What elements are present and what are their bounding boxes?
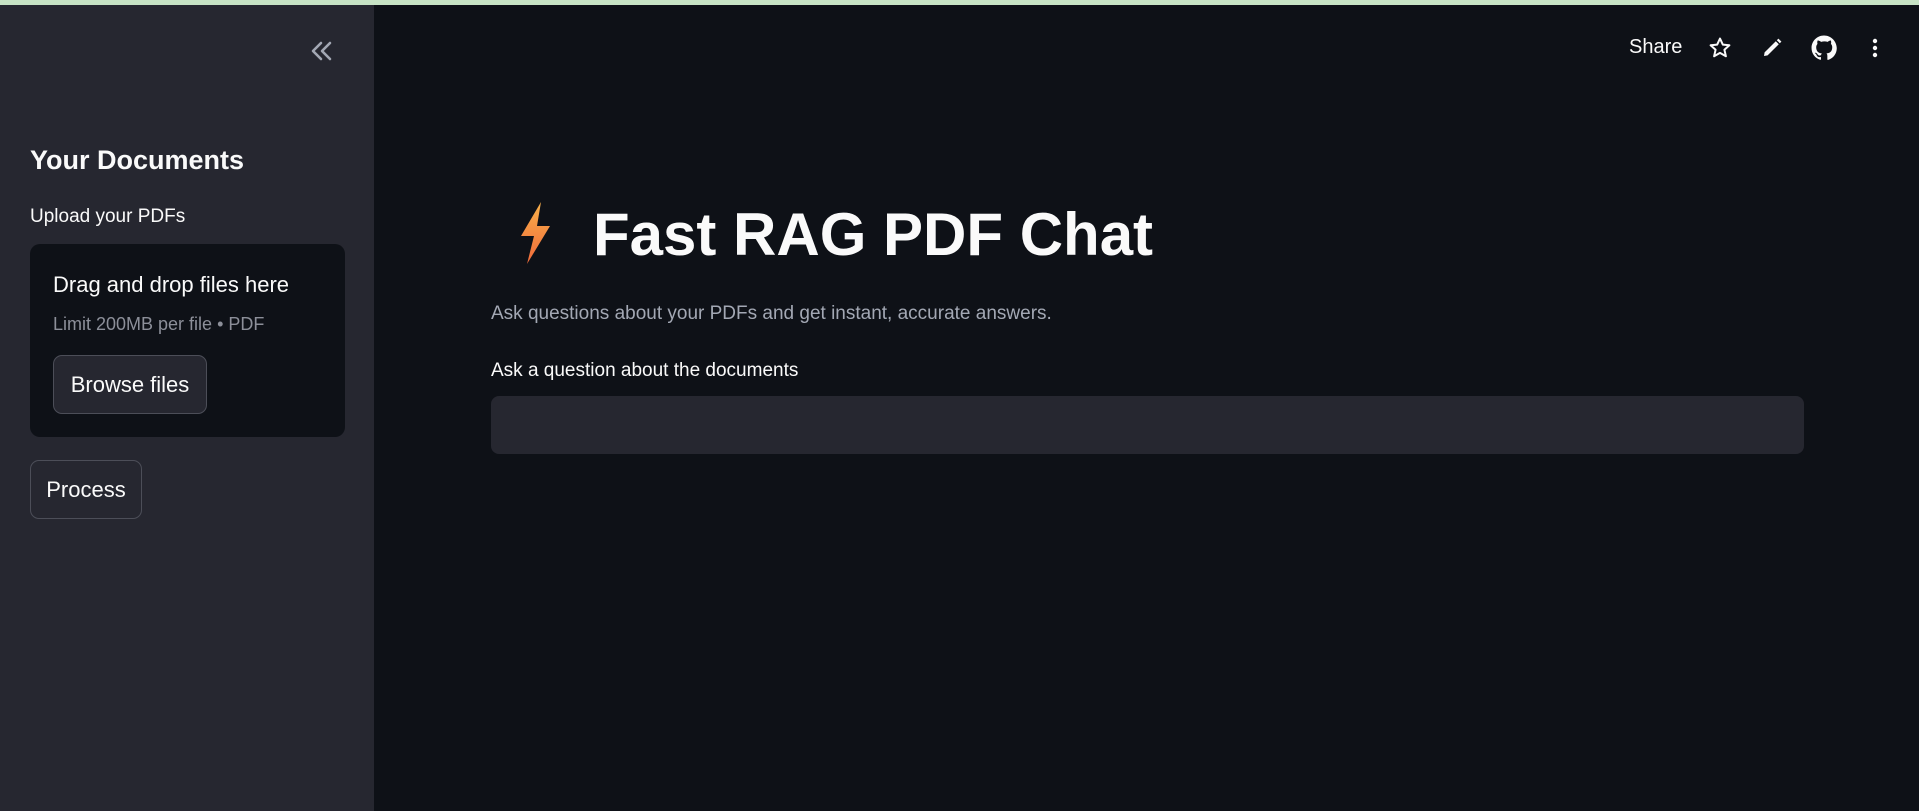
dropzone-title: Drag and drop files here: [53, 272, 290, 297]
share-button[interactable]: Share: [1629, 36, 1682, 59]
browse-files-button[interactable]: Browse files: [53, 355, 207, 414]
question-input[interactable]: [491, 396, 1804, 454]
page-title: Fast RAG PDF Chat: [593, 201, 1154, 268]
page-subtitle: Ask questions about your PDFs and get in…: [491, 303, 1052, 324]
sidebar: Your Documents Upload your PDFs Drag and…: [0, 5, 374, 811]
double-chevron-left-icon[interactable]: [304, 33, 340, 69]
sidebar-title: Your Documents: [30, 145, 245, 175]
lightning-bolt-icon: [511, 198, 559, 273]
github-icon[interactable]: [1809, 33, 1839, 63]
kebab-menu-icon[interactable]: [1860, 33, 1890, 63]
file-dropzone[interactable]: Drag and drop files here Limit 200MB per…: [30, 244, 345, 437]
pencil-icon[interactable]: [1757, 33, 1787, 63]
upload-label: Upload your PDFs: [30, 206, 186, 227]
dropzone-limit: Limit 200MB per file • PDF: [53, 314, 265, 334]
process-button[interactable]: Process: [30, 460, 142, 519]
star-icon[interactable]: [1705, 33, 1735, 63]
question-label: Ask a question about the documents: [491, 360, 799, 381]
